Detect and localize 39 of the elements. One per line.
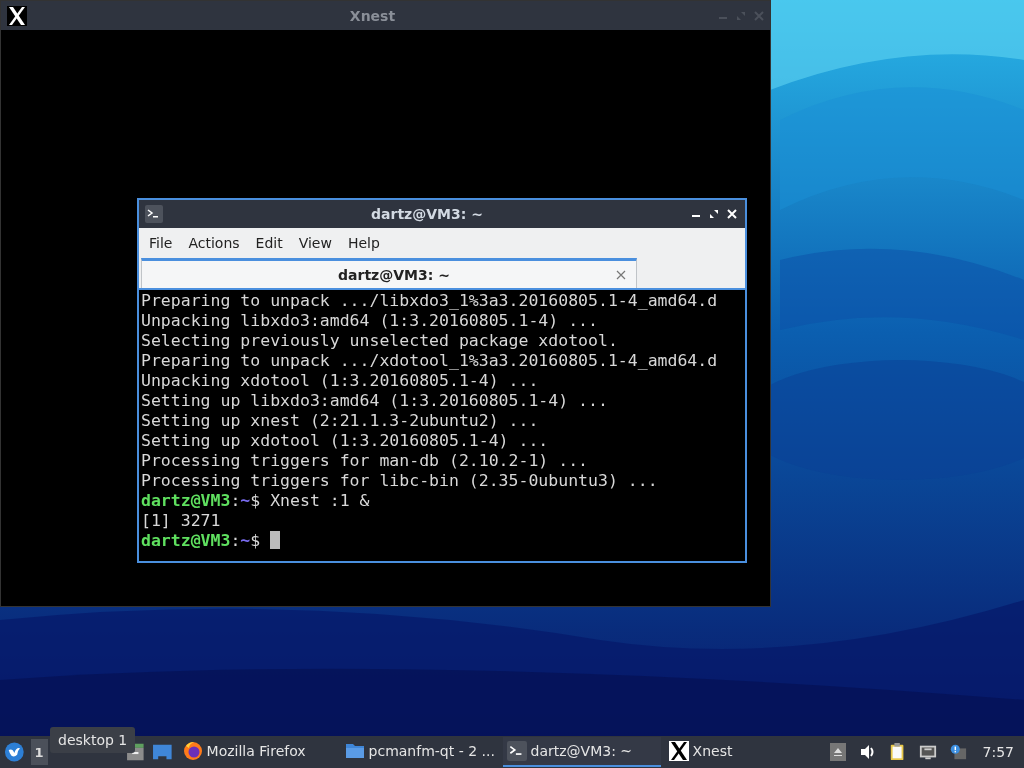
window-title: Xnest <box>348 7 397 24</box>
terminal-icon <box>506 741 527 761</box>
menu-item[interactable]: Actions <box>182 234 250 251</box>
taskbar-button[interactable]: Mozilla Firefox <box>178 737 337 767</box>
terminal-line: Setting up xdotool (1:3.20160805.1-4) ... <box>141 431 550 451</box>
menu-item[interactable]: Help <box>341 234 390 251</box>
x-logo-icon <box>668 741 689 761</box>
taskbar-button[interactable]: pcmanfm-qt - 2 ... <box>340 737 499 767</box>
menu-item[interactable]: Edit <box>249 234 293 251</box>
terminal-line: Unpacking libxdo3:amd64 (1:3.20160805.1-4) ... <box>141 311 599 331</box>
menu-item[interactable]: File <box>143 234 183 251</box>
terminal-line: Selecting previously unselected package xdotool. <box>141 331 619 351</box>
desktop-button[interactable]: 1 <box>30 739 48 765</box>
tooltip: desktop 1 <box>50 727 136 753</box>
terminal-line: Processing triggers for man-db (2.10.2-1) ... <box>141 451 590 471</box>
menu-item[interactable]: View <box>292 234 342 251</box>
window-title: dartz@VM3: ~ <box>370 206 484 222</box>
maximize-icon[interactable] <box>709 209 719 219</box>
start-menu-icon[interactable] <box>4 741 25 763</box>
terminal-line: Preparing to unpack .../xdotool_1%3a3.20160805.1-4_amd64.d <box>141 351 719 371</box>
network-icon[interactable] <box>918 743 937 761</box>
firefox-icon <box>182 741 203 761</box>
terminal-icon <box>145 205 163 223</box>
clock[interactable]: 7:57 <box>978 744 1020 760</box>
terminal-line: Setting up xnest (2:21.1.3-2ubuntu2) ... <box>141 411 540 431</box>
taskbar-button[interactable]: dartz@VM3: ~ <box>502 737 661 767</box>
x-logo-icon <box>7 5 27 26</box>
terminal-line: dartz@VM3:~$ <box>141 531 743 551</box>
terminal-line: [1] 3271 <box>141 511 222 531</box>
terminal-line: Unpacking xdotool (1:3.20160805.1-4) ... <box>141 371 540 391</box>
terminal-line: dartz@VM3:~$ Xnest :1 & <box>141 491 371 511</box>
folder-icon <box>344 741 365 761</box>
tab[interactable]: dartz@VM3: ~ <box>141 258 637 288</box>
terminal-line: Processing triggers for libc-bin (2.35-0ubuntu3) ... <box>141 471 659 491</box>
terminal-line: Preparing to unpack .../libxdo3_1%3a3.20160805.1-4_amd64.d <box>141 291 719 311</box>
taskbar-button[interactable]: Xnest <box>664 737 823 767</box>
terminal-line: Setting up libxdo3:amd64 (1:3.20160805.1-4) ... <box>141 391 609 411</box>
notification-icon[interactable] <box>948 743 967 761</box>
file-cabinet-icon[interactable] <box>125 741 146 763</box>
